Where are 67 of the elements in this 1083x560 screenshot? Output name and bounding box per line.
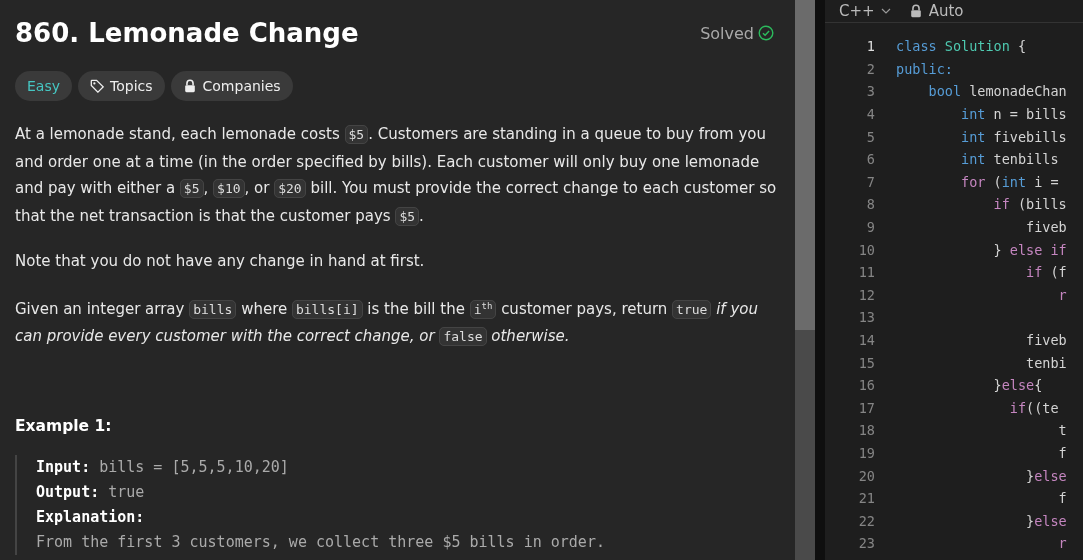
example-value: From the first 3 customers, we collect three $5 bills in order.	[36, 531, 605, 553]
line-number: 14	[857, 332, 875, 348]
tag-icon	[90, 79, 104, 93]
line-number: 19	[857, 445, 875, 461]
example-label: Output:	[36, 481, 100, 503]
problem-title: 860. Lemonade Change	[15, 18, 359, 48]
line-number: 5	[865, 128, 875, 145]
example-value: true	[108, 481, 145, 503]
code-line: for (int i =	[960, 173, 1059, 190]
line-number: 7	[865, 173, 875, 190]
topics-button[interactable]: Topics	[78, 71, 165, 101]
example-label: Input:	[36, 456, 91, 478]
line-number: 12	[857, 286, 875, 303]
line-number: 1	[865, 38, 875, 55]
description-paragraph: Note that you do not have any change in hand at first.	[15, 251, 426, 272]
line-number: 11	[857, 264, 875, 281]
line-number: 16	[857, 377, 875, 394]
line-number: 17	[857, 399, 875, 416]
code-line: class Solution {	[896, 38, 1027, 55]
code-line: }else{	[992, 377, 1043, 394]
code-line: fiveb	[1025, 332, 1067, 348]
caret-icon	[880, 6, 891, 16]
line-number: 22	[857, 512, 875, 529]
example-value: bills = [5,5,5,10,20]	[99, 456, 289, 478]
code-line: int n = bills	[960, 106, 1067, 123]
example-label: Explanation:	[36, 506, 145, 528]
line-number: 2	[865, 60, 875, 77]
lock-icon	[908, 4, 923, 18]
line-number: 15	[857, 354, 875, 371]
code-line: }else	[1025, 467, 1067, 484]
line-number: 10	[857, 241, 875, 258]
example-title: Example 1:	[15, 416, 113, 435]
scrollbar-thumb[interactable]	[795, 0, 815, 330]
code-line: fiveb	[1025, 219, 1067, 236]
code-line: f	[1057, 445, 1067, 461]
line-number: 13	[857, 309, 875, 326]
line-number: 18	[857, 422, 875, 439]
line-number: 3	[865, 83, 875, 100]
status-label: Solved	[700, 23, 754, 43]
code-line: t	[1057, 422, 1067, 439]
line-number: 20	[857, 467, 875, 484]
code-line: f	[1057, 490, 1067, 507]
code-line: int fivebills	[960, 128, 1067, 145]
description-paragraph: At a lemonade stand, each lemonade costs $5 . Customers are standing in a queue to buy from you and order one at a time (in the order specified by bills). Each customer will only buy one lemonade and pay with either a $5 , $10 , or $20 bill. You must provide the correct change to each customer so that the net transaction is that the customer pays $5 .	[15, 124, 778, 228]
code-line: tenbi	[1025, 354, 1067, 371]
companies-button[interactable]: Companies	[170, 71, 293, 101]
code-line: bool lemonadeChan	[927, 83, 1067, 100]
lock-icon	[182, 79, 197, 93]
line-number: 23	[857, 535, 875, 552]
line-number: 4	[865, 106, 875, 123]
code-line: } else if	[992, 241, 1067, 258]
line-number: 8	[865, 196, 875, 213]
code-line: if((te	[1008, 399, 1059, 416]
code-line: if (bills	[992, 196, 1067, 213]
code-line: if (f	[1025, 264, 1067, 281]
line-number: 9	[865, 219, 875, 236]
code-line: }else	[1025, 512, 1067, 529]
line-number: 6	[865, 151, 875, 168]
code-line: r	[1057, 535, 1067, 552]
code-line: int tenbills	[960, 151, 1059, 168]
code-line: public:	[896, 60, 953, 77]
description-paragraph: Given an integer array bills where bills[i] is the bill the i$^{th}$ customer pays, return true if you can provide every customer with the correct change, or false otherwise.	[15, 298, 759, 349]
language-dropdown[interactable]: C++	[839, 2, 891, 20]
difficulty-badge[interactable]: Easy	[15, 71, 72, 101]
code-line: r	[1057, 286, 1067, 303]
line-number: 21	[857, 490, 875, 507]
mode-label: Auto	[928, 2, 964, 20]
